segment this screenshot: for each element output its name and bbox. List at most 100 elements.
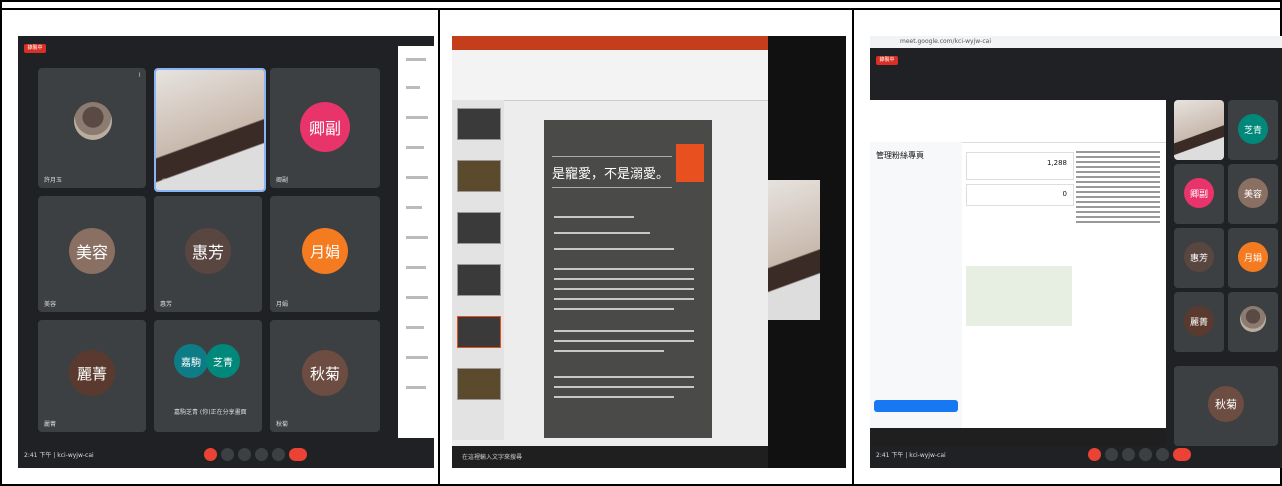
divider-2 [852,8,854,486]
divider-1 [438,8,440,486]
promote-button[interactable] [874,400,958,412]
participant-tile[interactable]: 芝青 [1228,100,1278,160]
hangup-button[interactable] [289,448,307,461]
webcam-strip [768,36,846,468]
video-feed [156,70,264,190]
url-bar[interactable]: meet.google.com/kci-wyjw-cai [900,38,991,45]
participant-tile[interactable] [1174,100,1224,160]
avatar [1240,306,1266,332]
taskbar-search[interactable]: 在這裡輸入文字來搜尋 [462,452,522,461]
participant-name: 秋菊 [276,421,289,428]
participant-tile[interactable]: 卿副 卿副 [270,68,380,188]
meet-controls: 2:41 下午 | kci-wyjw-cai [870,442,1282,468]
participant-tile[interactable]: ⌇ 許月玉 [38,68,146,188]
meet-controls: 2:41 下午 | kci-wyjw-cai [18,442,434,468]
present-button[interactable] [1139,448,1152,461]
facebook-sidebar: 管理粉絲專頁 [870,142,962,428]
current-slide: 是寵愛，不是溺愛。 [544,120,712,438]
participant-tile[interactable]: 惠芳 惠芳 [154,196,262,312]
camera-button[interactable] [221,448,234,461]
recording-badge: 錄製中 [876,56,898,65]
slide-thumbnails[interactable] [452,100,504,440]
stat-card: 0 [966,184,1074,206]
avatar: 秋菊 [1208,386,1244,422]
avatar: 月娟 [1238,242,1268,272]
stat-card: 1,288 [966,152,1074,180]
captions-button[interactable] [238,448,251,461]
avatar: 嘉駒 [174,344,208,378]
camera-button[interactable] [1105,448,1118,461]
powerpoint-panel: 是寵愛，不是溺愛。 在這裡輸入文字來搜尋 [452,36,846,468]
participant-tile[interactable]: 秋菊 秋菊 [270,320,380,432]
slide-thumb[interactable] [457,108,501,140]
avatar: 芝青 [1238,114,1268,144]
participant-name: 美容 [44,301,57,308]
post-text [1076,148,1160,426]
meet-grid-panel: 錄製中 ⌇ 許月玉 劉育婷 卿副 卿副 美容 美容 惠芳 惠芳 月娟 月娟 麗菁… [18,36,434,468]
slide-title: 是寵愛，不是溺愛。 [552,156,672,188]
shared-screen: 管理粉絲專頁 1,288 0 [870,100,1166,446]
avatar: 芝青 [206,344,240,378]
avatar: 秋菊 [302,350,348,396]
avatar: 美容 [69,228,115,274]
video-feed [1174,100,1224,160]
avatar [74,102,112,140]
ppt-ribbon[interactable] [452,50,768,101]
slide-thumb-selected[interactable] [457,316,501,348]
avatar: 惠芳 [1184,242,1214,272]
slide-accent [676,144,704,182]
meet-share-panel: meet.google.com/kci-wyjw-cai 錄製中 管理粉絲專頁 … [870,36,1282,468]
facebook-nav [870,122,1166,143]
avatar: 卿副 [1184,178,1214,208]
page-title: 管理粉絲專頁 [876,151,924,160]
participant-tile[interactable]: 麗菁 [1174,292,1224,352]
meeting-time: 2:41 下午 | kci-wyjw-cai [876,452,946,459]
mic-off-button[interactable] [1088,448,1101,461]
captions-button[interactable] [1122,448,1135,461]
presenter-video [768,180,820,320]
participant-tile[interactable]: 卿副 [1174,164,1224,224]
slide-thumb[interactable] [457,368,501,400]
participant-tile[interactable]: 秋菊 [1174,366,1278,446]
stat-value: 1,288 [1046,159,1067,167]
participant-name: 許月玉 [44,177,63,184]
more-button[interactable] [1156,448,1169,461]
avatar: 麗菁 [69,350,115,396]
slide-thumb[interactable] [457,212,501,244]
participant-tile[interactable]: 美容 [1228,164,1278,224]
avatar: 麗菁 [1184,306,1214,336]
participant-tile-active[interactable]: 劉育婷 [154,68,266,192]
avatar: 美容 [1238,178,1268,208]
stat-value: 0 [1062,190,1067,198]
chat-sidebar [398,46,434,438]
hangup-button[interactable] [1173,448,1191,461]
present-button[interactable] [255,448,268,461]
slide-thumb[interactable] [457,160,501,192]
participant-name: 劉育婷 [162,179,181,186]
avatar: 月娟 [302,228,348,274]
recording-badge: 錄製中 [24,44,46,53]
avatar: 卿副 [300,102,350,152]
participant-tile[interactable] [1228,292,1278,352]
participant-tile[interactable]: 月娟 [1228,228,1278,288]
top-divider [0,8,1282,10]
meeting-time: 2:41 下午 | kci-wyjw-cai [24,452,94,459]
mic-icon: ⌇ [138,72,141,79]
slide-thumb[interactable] [457,264,501,296]
participant-tile[interactable]: 美容 美容 [38,196,146,312]
participant-tile[interactable]: 惠芳 [1174,228,1224,288]
avatar: 惠芳 [185,228,231,274]
map-card[interactable] [966,266,1072,326]
participant-name: 卿副 [276,177,289,184]
participant-tile-self[interactable]: 嘉駒 芝青 嘉駒芝青 (你)正在分享畫面 [154,320,262,432]
sharing-caption: 嘉駒芝青 (你)正在分享畫面 [174,409,247,416]
mic-off-button[interactable] [204,448,217,461]
participant-name: 麗菁 [44,421,57,428]
windows-taskbar: 在這裡輸入文字來搜尋 [452,446,768,468]
participant-name: 惠芳 [160,301,173,308]
more-button[interactable] [272,448,285,461]
participant-name: 月娟 [276,301,289,308]
participant-tile[interactable]: 麗菁 麗菁 [38,320,146,432]
participant-tile[interactable]: 月娟 月娟 [270,196,380,312]
browser-bar: meet.google.com/kci-wyjw-cai [870,36,1282,48]
